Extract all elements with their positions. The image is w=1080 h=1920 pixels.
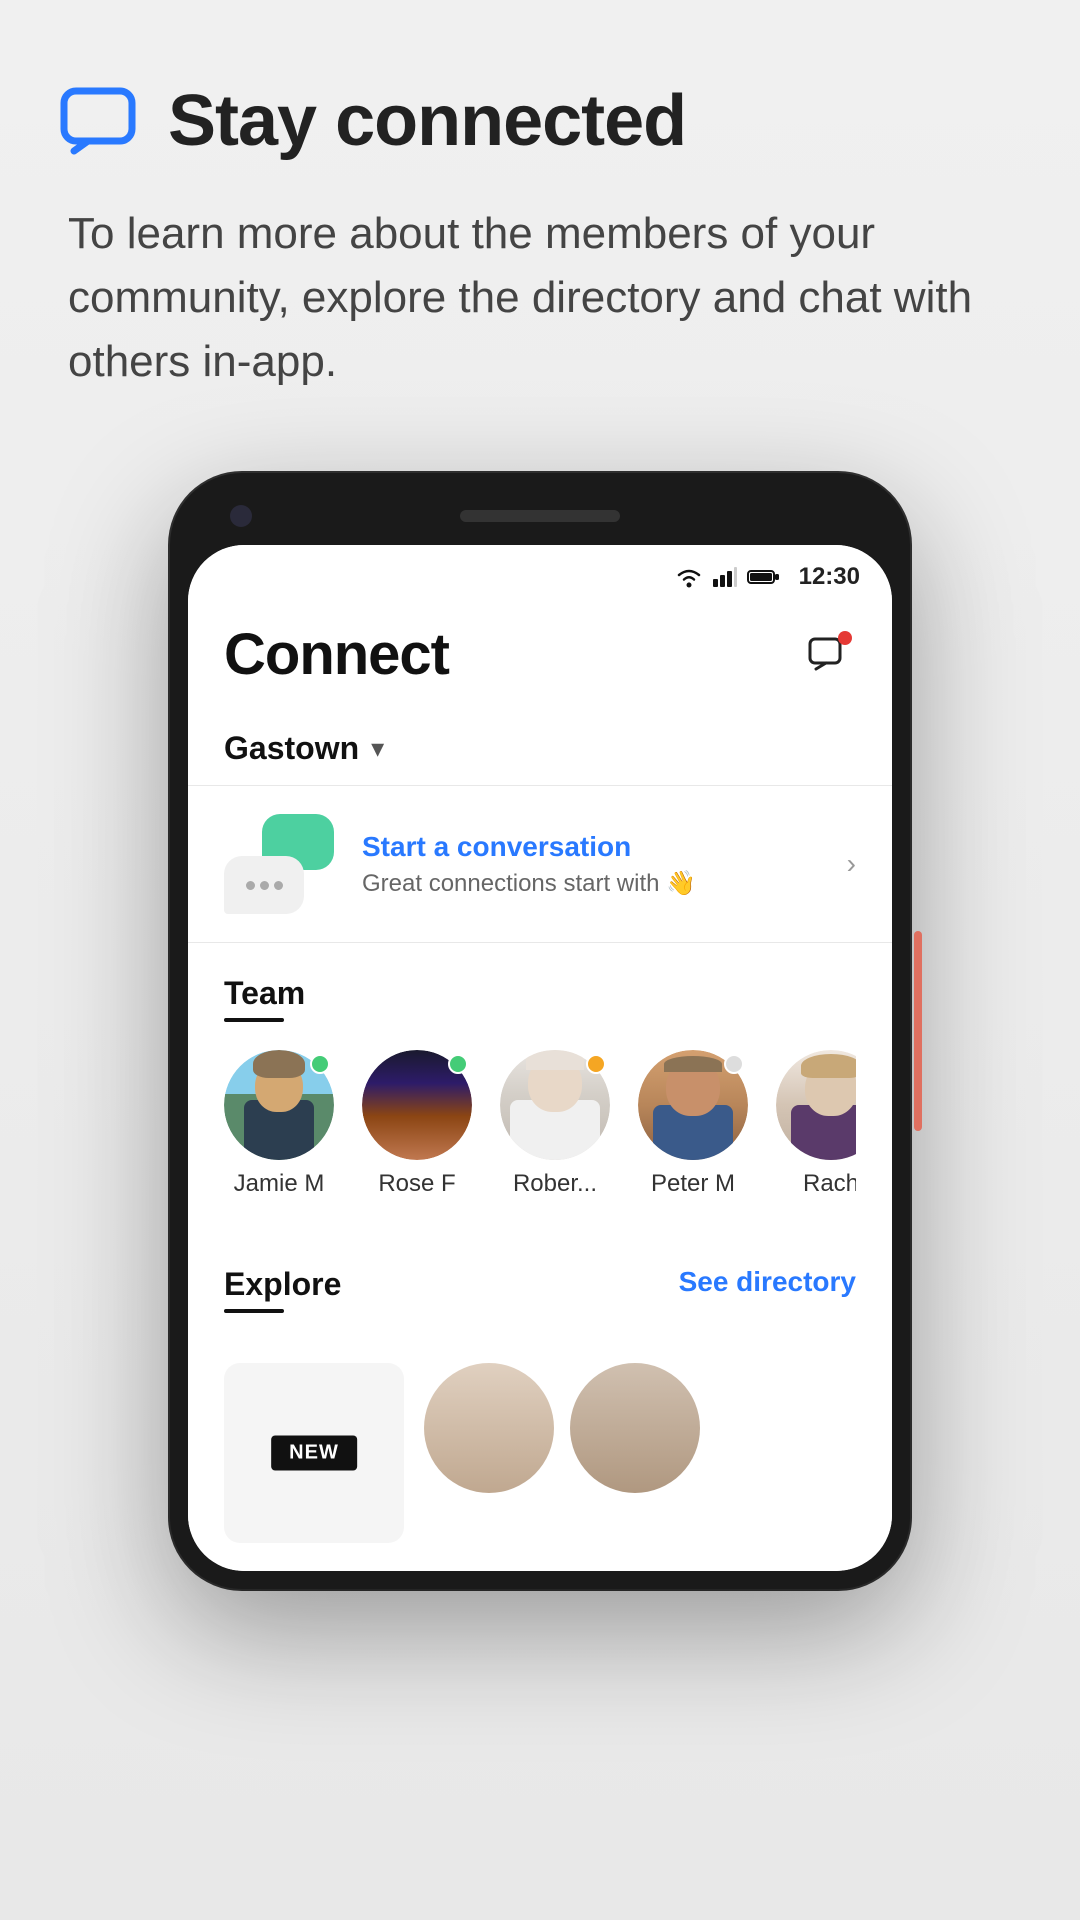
member-name-rachel: Rach [803, 1170, 856, 1198]
community-selector[interactable]: Gastown ▾ [188, 712, 892, 786]
explore-cards: NEW [224, 1347, 856, 1543]
member-name-rose: Rose F [378, 1170, 455, 1198]
phone-mockup: 12:30 Connect Gastown ▾ [170, 473, 910, 1589]
team-member-jamie[interactable]: Jamie M [224, 1050, 334, 1198]
app-header: Connect [188, 601, 892, 712]
signal-icon [713, 567, 737, 587]
explore-section-title: Explore [224, 1266, 341, 1303]
avatar-wrapper-jamie [224, 1050, 334, 1160]
explore-avatar-1 [424, 1363, 554, 1493]
page-wrapper: Stay connected To learn more about the m… [0, 0, 1080, 1920]
member-name-peter: Peter M [651, 1170, 735, 1198]
avatar-wrapper-robert [500, 1050, 610, 1160]
directory-card-new[interactable]: NEW [224, 1363, 404, 1543]
team-members-list: Jamie M Rose F [224, 1050, 856, 1198]
phone-screen: 12:30 Connect Gastown ▾ [188, 545, 892, 1571]
status-bar: 12:30 [188, 545, 892, 601]
status-time: 12:30 [799, 563, 860, 591]
app-title: Connect [224, 621, 449, 688]
team-underline [224, 1018, 284, 1022]
battery-icon [747, 568, 781, 586]
explore-avatar-2 [570, 1363, 700, 1493]
header-title-row: Stay connected [60, 80, 1020, 162]
avatar-wrapper-peter [638, 1050, 748, 1160]
start-conversation-card[interactable]: Start a conversation Great connections s… [188, 786, 892, 943]
chevron-down-icon: ▾ [371, 733, 384, 764]
explore-underline [224, 1309, 284, 1313]
avatar-rachel [776, 1050, 856, 1160]
team-section-title: Team [224, 975, 856, 1012]
start-conversation-subtitle: Great connections start with 👋 [362, 869, 819, 898]
avatar-wrapper-rachel [776, 1050, 856, 1160]
header-description: To learn more about the members of your … [60, 202, 1020, 393]
bottom-avatar-row [424, 1363, 700, 1543]
team-member-peter[interactable]: Peter M [638, 1050, 748, 1198]
explore-section: Explore See directory NEW [188, 1234, 892, 1571]
status-icons [675, 566, 781, 588]
chevron-right-icon: › [847, 848, 856, 880]
member-name-robert: Rober... [513, 1170, 597, 1198]
community-name: Gastown [224, 730, 359, 767]
page-title: Stay connected [168, 80, 686, 162]
notification-button[interactable] [800, 627, 856, 683]
new-badge: NEW [271, 1436, 357, 1471]
team-member-rose[interactable]: Rose F [362, 1050, 472, 1198]
avatar-wrapper-rose [362, 1050, 472, 1160]
conversation-text: Start a conversation Great connections s… [362, 831, 819, 898]
grey-bubble [224, 856, 304, 914]
conversation-illustration [224, 814, 334, 914]
phone-scrollbar [914, 931, 922, 1131]
header-section: Stay connected To learn more about the m… [0, 0, 1080, 433]
team-section: Team [188, 943, 892, 1226]
explore-title-group: Explore [224, 1266, 341, 1341]
typing-dot-2 [260, 881, 269, 890]
typing-dot-1 [246, 881, 255, 890]
member-name-jamie: Jamie M [234, 1170, 325, 1198]
status-dot-rose [448, 1054, 468, 1074]
start-conversation-title: Start a conversation [362, 831, 819, 863]
wifi-icon [675, 566, 703, 588]
phone-top-bar [188, 491, 892, 541]
phone-camera [230, 505, 252, 527]
phone-container: 12:30 Connect Gastown ▾ [0, 433, 1080, 1589]
typing-dot-3 [274, 881, 283, 890]
phone-speaker [460, 510, 620, 522]
notification-dot [838, 631, 852, 645]
team-member-robert[interactable]: Rober... [500, 1050, 610, 1198]
chat-icon [60, 87, 140, 155]
explore-header: Explore See directory [224, 1266, 856, 1341]
see-directory-button[interactable]: See directory [679, 1266, 856, 1298]
team-member-rachel[interactable]: Rach [776, 1050, 856, 1198]
